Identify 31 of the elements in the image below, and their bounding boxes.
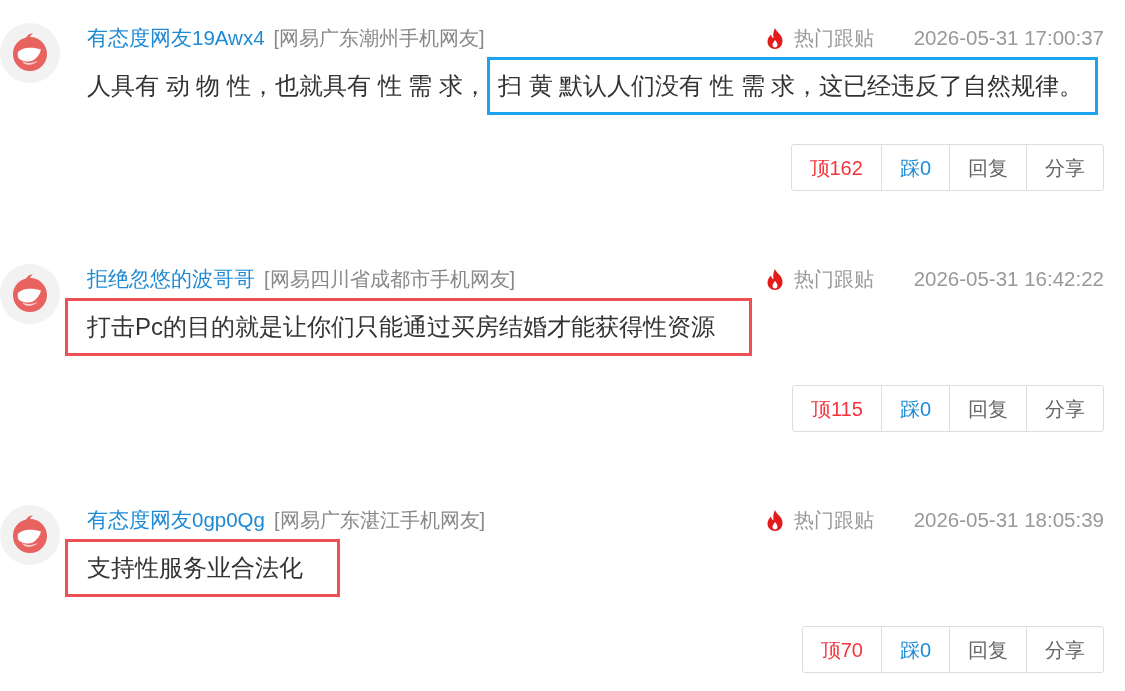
reply-button[interactable]: 回复: [949, 385, 1027, 432]
user-location: [网易广东湛江手机网友]: [273, 508, 486, 533]
user-location: [网易广东潮州手机网友]: [273, 26, 485, 51]
hot-label: 热门跟贴: [793, 508, 874, 533]
upvote-button[interactable]: 顶70: [801, 626, 882, 673]
flame-icon: [765, 27, 784, 49]
timestamp: 2026-05-31 17:00:37: [913, 24, 1104, 51]
reply-button[interactable]: 回复: [949, 626, 1027, 673]
timestamp: 2026-05-31 16:42:22: [913, 265, 1104, 292]
flame-icon: [765, 268, 784, 290]
comment-text: 扫 黄 默认人们没有 性 需 求，这已经违反了自然规律。: [498, 71, 1084, 101]
hot-label: 热门跟贴: [793, 267, 874, 292]
comment-text: 人具有 动 物 性，也就具有 性 需 求，: [87, 71, 487, 101]
downvote-button[interactable]: 踩0: [880, 144, 950, 191]
downvote-button[interactable]: 踩0: [880, 626, 950, 673]
upvote-button[interactable]: 顶115: [792, 385, 882, 432]
share-button[interactable]: 分享: [1026, 385, 1104, 432]
username-link[interactable]: 有态度网友19Awx4: [87, 22, 265, 54]
username-link[interactable]: 有态度网友0gp0Qg: [87, 504, 265, 536]
downvote-button[interactable]: 踩0: [880, 385, 950, 432]
share-button[interactable]: 分享: [1026, 626, 1104, 673]
comment-text: 支持性服务业合法化: [87, 553, 303, 583]
comment-text: 打击Pc的目的就是让你们只能通过买房结婚才能获得性资源: [87, 312, 715, 342]
username-link[interactable]: 拒绝忽悠的波哥哥: [87, 263, 255, 295]
user-location: [网易四川省成都市手机网友]: [264, 267, 516, 292]
hot-label: 热门跟贴: [793, 26, 874, 51]
reply-button[interactable]: 回复: [949, 144, 1027, 191]
timestamp: 2026-05-31 18:05:39: [913, 506, 1104, 533]
upvote-button[interactable]: 顶162: [790, 144, 882, 191]
share-button[interactable]: 分享: [1026, 144, 1104, 191]
flame-icon: [765, 509, 784, 531]
